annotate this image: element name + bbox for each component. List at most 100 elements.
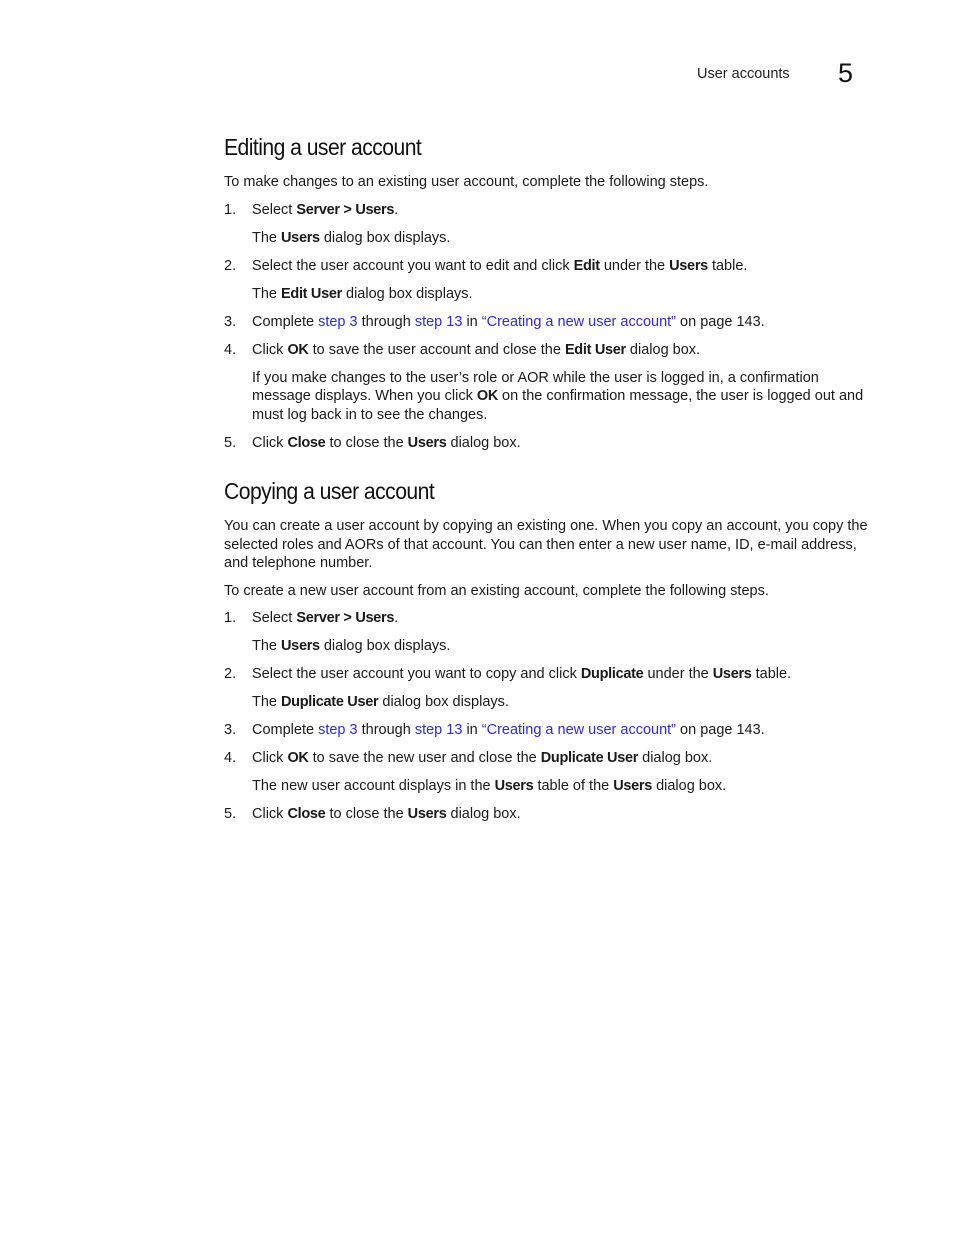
text: dialog box. <box>652 778 727 794</box>
text: dialog box. <box>446 806 521 822</box>
link-step-3[interactable]: step 3 <box>318 314 358 330</box>
ui-label: Edit <box>573 257 600 274</box>
ui-label: Duplicate User <box>281 694 379 710</box>
text: dialog box. <box>446 434 521 451</box>
step-text: Click OK to save the new user and close … <box>252 749 874 768</box>
step-item: 4. Click OK to save the new user and clo… <box>224 749 874 796</box>
ui-label: Close <box>287 434 326 451</box>
ui-label: OK <box>287 750 309 766</box>
step-text: Select the user account you want to copy… <box>252 665 874 684</box>
text: dialog box displays. <box>378 694 509 710</box>
ui-label: Duplicate <box>580 666 644 682</box>
text: The <box>252 638 282 654</box>
ui-label: Server > Users <box>296 610 395 626</box>
link-step-13[interactable]: step 13 <box>415 314 463 330</box>
ui-label: Users <box>407 806 447 822</box>
ui-label: Duplicate User <box>540 750 639 766</box>
text: Click <box>252 434 288 451</box>
step-item: 3. Complete step 3 through step 13 in “C… <box>224 313 874 332</box>
running-header-title: User accounts <box>697 66 790 82</box>
text: Select the user account you want to copy… <box>252 666 581 682</box>
step-note: If you make changes to the user’s role o… <box>252 369 874 425</box>
step-number: 1. <box>224 610 237 626</box>
text: under the <box>643 666 713 682</box>
text: Select the user account you want to edit… <box>252 257 574 274</box>
page-content: Editing a user account To make changes t… <box>224 130 874 833</box>
ui-label: OK <box>287 341 309 358</box>
step-item: 5. Click Close to close the Users dialog… <box>224 434 874 453</box>
ui-label: Edit User <box>281 285 342 302</box>
text: to close the <box>325 434 408 451</box>
ui-label: Users <box>281 229 320 246</box>
step-result: The new user account displays in the Use… <box>252 777 874 796</box>
text: The <box>252 694 282 710</box>
ui-label: OK <box>476 388 498 404</box>
step-text: Complete step 3 through step 13 in “Crea… <box>252 721 874 740</box>
text: The <box>252 229 282 246</box>
step-text: Select the user account you want to edit… <box>252 257 874 276</box>
step-text: Click Close to close the Users dialog bo… <box>252 805 874 824</box>
link-step-3[interactable]: step 3 <box>318 722 358 738</box>
text: dialog box displays. <box>319 229 451 246</box>
intro-text: You can create a user account by copying… <box>224 518 868 571</box>
step-item: 4. Click OK to save the user account and… <box>224 341 874 425</box>
step-text: Click Close to close the Users dialog bo… <box>252 434 874 453</box>
text: dialog box displays. <box>319 638 451 654</box>
text: Click <box>252 806 288 822</box>
step-item: 1. Select Server > Users. The Users dial… <box>224 201 874 248</box>
link-creating-user-account[interactable]: “Creating a new user account” <box>482 722 676 738</box>
step-result: The Users dialog box displays. <box>252 229 874 248</box>
step-number: 1. <box>224 201 237 218</box>
step-result: The Edit User dialog box displays. <box>252 285 874 304</box>
text: table. <box>707 257 748 274</box>
step-item: 1. Select Server > Users. The Users dial… <box>224 609 874 656</box>
step-item: 5. Click Close to close the Users dialog… <box>224 805 874 824</box>
running-header: User accounts 5 <box>0 58 954 88</box>
text: through <box>357 313 415 330</box>
section-heading-editing: Editing a user account <box>224 134 422 160</box>
text: dialog box. <box>638 750 713 766</box>
step-result: The Duplicate User dialog box displays. <box>252 693 874 712</box>
step-text: Select Server > Users. <box>252 201 874 220</box>
text: under the <box>599 257 670 274</box>
step-item: 2. Select the user account you want to c… <box>224 665 874 712</box>
text: The new user account displays in the <box>252 778 495 794</box>
step-text: Complete step 3 through step 13 in “Crea… <box>252 313 874 332</box>
step-text: Select Server > Users. <box>252 609 874 628</box>
link-creating-user-account[interactable]: “Creating a new user account” <box>482 314 676 330</box>
ui-label: Users <box>712 666 752 682</box>
step-number: 2. <box>224 257 237 274</box>
step-number: 5. <box>224 806 237 822</box>
ui-label: Server > Users <box>296 201 395 218</box>
step-number: 4. <box>224 341 237 358</box>
intro-text: To make changes to an existing user acco… <box>224 174 709 190</box>
ui-label: Users <box>407 434 447 451</box>
text: in <box>462 722 482 738</box>
link-step-13[interactable]: step 13 <box>415 722 463 738</box>
ui-label: Close <box>287 806 326 822</box>
intro-text-2: To create a new user account from an exi… <box>224 582 769 599</box>
step-item: 3. Complete step 3 through step 13 in “C… <box>224 721 874 740</box>
steps-list-editing: 1. Select Server > Users. The Users dial… <box>224 201 874 453</box>
step-number: 3. <box>224 313 237 330</box>
text: Complete <box>252 313 319 330</box>
text: to save the user account and close the <box>308 341 565 358</box>
text: table of the <box>533 778 614 794</box>
text: Click <box>252 341 288 358</box>
steps-list-copying: 1. Select Server > Users. The Users dial… <box>224 609 874 824</box>
text: table. <box>751 666 792 682</box>
text: Click <box>252 750 288 766</box>
text: dialog box displays. <box>341 285 473 302</box>
text: to save the new user and close the <box>308 750 541 766</box>
ui-label: Users <box>613 778 653 794</box>
ui-label: Users <box>281 638 320 654</box>
ui-label: Users <box>669 257 708 274</box>
step-text: Click OK to save the user account and cl… <box>252 341 874 360</box>
section-editing: Editing a user account To make changes t… <box>224 130 874 452</box>
text: in <box>462 313 482 330</box>
step-number: 2. <box>224 666 237 682</box>
text: to close the <box>325 806 408 822</box>
step-item: 2. Select the user account you want to e… <box>224 257 874 304</box>
ui-label: Edit User <box>564 341 626 358</box>
text: dialog box. <box>625 341 701 358</box>
